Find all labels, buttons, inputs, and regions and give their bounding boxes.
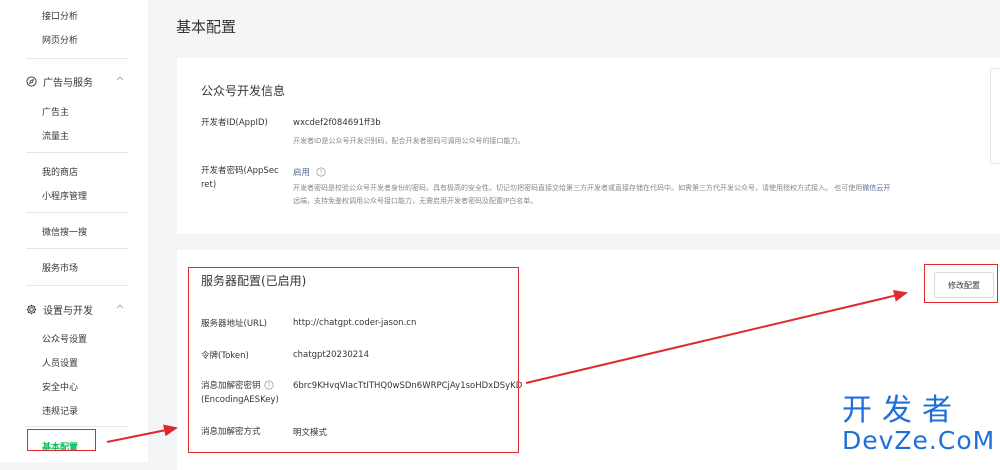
compass-icon <box>26 76 37 87</box>
sidebar-group-label: 设置与开发 <box>43 306 93 317</box>
sidebar-item-staff-settings[interactable]: 人员设置 <box>42 356 78 369</box>
sidebar-group-label: 广告与服务 <box>43 78 93 89</box>
sidebar-item-publisher[interactable]: 流量主 <box>42 129 69 142</box>
sidebar-divider <box>26 152 128 153</box>
wechat-cloud-link[interactable]: 微信云开 <box>862 184 890 192</box>
sidebar-group-ads[interactable]: 广告与服务 <box>26 74 124 89</box>
sidebar: 接口分析 网页分析 广告与服务 广告主 流量主 我的商店 小程序管理 微信搜一搜… <box>0 0 148 462</box>
chevron-up-icon[interactable] <box>114 300 126 312</box>
help-icon[interactable]: ? <box>316 167 326 177</box>
appsecret-label-line: ret) <box>201 180 217 190</box>
sidebar-item-account-settings[interactable]: 公众号设置 <box>42 332 87 345</box>
gear-icon <box>26 304 37 315</box>
annotation-box-modify-button <box>924 264 998 303</box>
sidebar-divider <box>26 285 128 286</box>
sidebar-divider <box>26 248 128 249</box>
sidebar-divider <box>26 426 128 427</box>
dev-info-title: 公众号开发信息 <box>201 84 286 98</box>
svg-text:?: ? <box>319 170 322 176</box>
sidebar-item-service-market[interactable]: 服务市场 <box>42 261 78 274</box>
sidebar-item-miniprogram[interactable]: 小程序管理 <box>42 189 87 202</box>
appid-label: 开发者ID(AppID) <box>201 118 268 128</box>
appid-value: wxcdef2f084691ff3b <box>293 118 381 128</box>
watermark-cn: 开发者 <box>842 393 962 428</box>
sidebar-item-security-center[interactable]: 安全中心 <box>42 380 78 393</box>
appsecret-label: 开发者密码(AppSec ret) <box>201 164 285 192</box>
enable-link[interactable]: 启用 <box>293 168 310 178</box>
appsecret-enable: 启用 ? <box>293 166 326 178</box>
page-title: 基本配置 <box>176 18 237 36</box>
sidebar-item-wechat-search[interactable]: 微信搜一搜 <box>42 225 87 238</box>
watermark-logo: 开发者 DevZe.CoM <box>842 395 995 455</box>
side-panel-edge <box>990 68 1000 164</box>
sidebar-item-web-analysis[interactable]: 网页分析 <box>42 33 78 46</box>
annotation-box-server-config <box>188 267 519 453</box>
appid-description: 开发者ID是公众号开发识别码，配合开发者密码可调用公众号的接口能力。 <box>293 137 525 145</box>
sidebar-group-settings[interactable]: 设置与开发 <box>26 302 124 317</box>
appsecret-label-line: 开发者密码(AppSec <box>201 166 279 176</box>
sidebar-divider <box>26 58 128 59</box>
sidebar-item-advertiser[interactable]: 广告主 <box>42 105 69 118</box>
appsecret-desc-text: 开发者密码是校验公众号开发者身份的密码，具有极高的安全性。切记勿把密码直接交给第… <box>293 184 863 192</box>
dev-info-card: 公众号开发信息 开发者ID(AppID) wxcdef2f084691ff3b … <box>177 58 1000 234</box>
sidebar-item-violation-records[interactable]: 违规记录 <box>42 404 78 417</box>
sidebar-item-my-store[interactable]: 我的商店 <box>42 165 78 178</box>
appsecret-description: 开发者密码是校验公众号开发者身份的密码，具有极高的安全性。切记勿把密码直接交给第… <box>293 182 890 208</box>
chevron-up-icon[interactable] <box>114 72 126 84</box>
watermark-en: DevZe.CoM <box>842 426 996 455</box>
sidebar-item-interface-analysis[interactable]: 接口分析 <box>42 9 78 22</box>
sidebar-divider <box>26 212 128 213</box>
appsecret-desc-text: 远端，支持免鉴权调用公众号接口能力，无需启用开发者密码及配置IP白名单。 <box>293 197 538 205</box>
annotation-box-basic-config <box>27 429 96 451</box>
